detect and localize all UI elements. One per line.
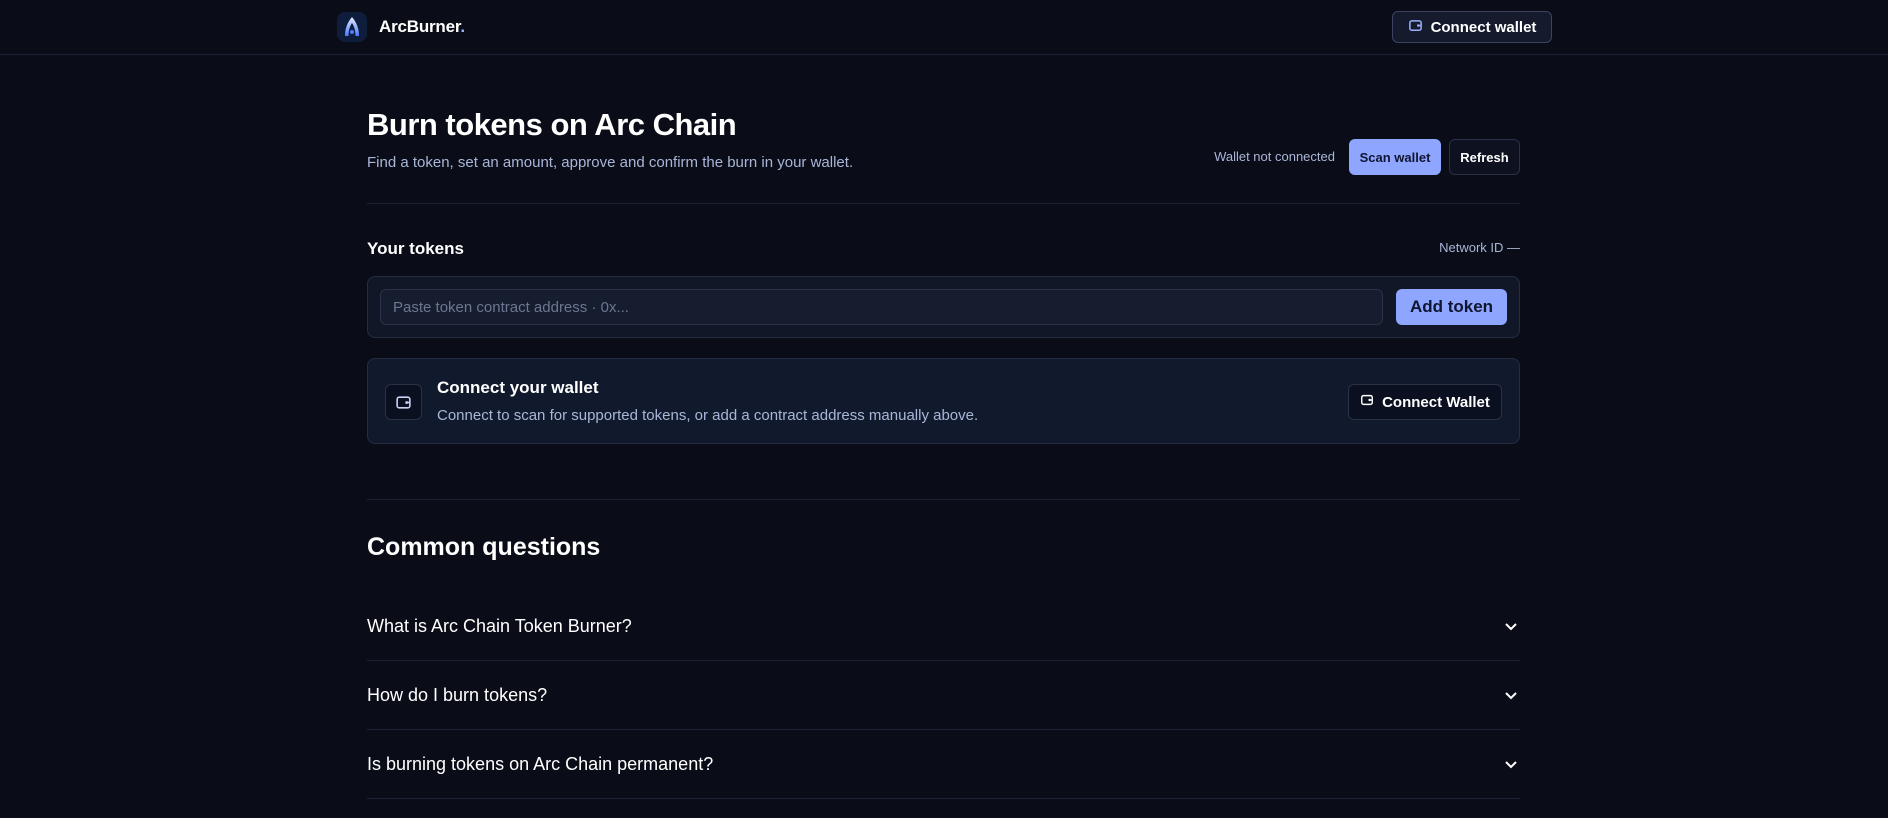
faq-question: What is Arc Chain Token Burner?: [367, 615, 632, 636]
top-nav: ArcBurner. Connect wallet: [0, 0, 1888, 55]
refresh-button[interactable]: Refresh: [1449, 139, 1520, 175]
wallet-icon: [1408, 18, 1423, 37]
add-token-button[interactable]: Add token: [1396, 289, 1507, 325]
section-divider: [367, 203, 1520, 204]
chevron-down-icon: [1502, 686, 1520, 704]
chevron-down-icon: [1502, 755, 1520, 773]
faq-question: How do I burn tokens?: [367, 684, 548, 705]
faq-item[interactable]: How do I burn tokens?: [367, 661, 1520, 730]
wallet-icon: [385, 384, 422, 420]
card-connect-wallet-button[interactable]: Connect Wallet: [1348, 384, 1502, 420]
page-subtitle: Find a token, set an amount, approve and…: [367, 154, 854, 171]
faq-item[interactable]: What is Arc Chain Token Burner?: [367, 592, 1520, 661]
faq-question: Is burning tokens on Arc Chain permanent…: [367, 753, 714, 774]
header-connect-wallet-button[interactable]: Connect wallet: [1392, 11, 1552, 43]
faq-item[interactable]: Is burning tokens on Arc Chain permanent…: [367, 730, 1520, 799]
faq-title: Common questions: [367, 533, 601, 561]
chevron-down-icon: [1502, 617, 1520, 635]
arc-logo-icon: [337, 12, 367, 42]
connect-wallet-card: Connect your wallet Connect to scan for …: [367, 358, 1520, 444]
brand-name: ArcBurner.: [379, 17, 465, 36]
wallet-status-text: Wallet not connected: [1214, 149, 1335, 164]
wallet-icon: [1360, 393, 1374, 411]
network-id-label: Network ID —: [1439, 240, 1520, 255]
section-divider: [367, 499, 1520, 500]
page-title: Burn tokens on Arc Chain: [367, 107, 737, 142]
header-connect-label: Connect wallet: [1430, 18, 1537, 36]
scan-wallet-button[interactable]: Scan wallet: [1349, 139, 1441, 175]
add-token-panel: Add token: [367, 276, 1520, 338]
connect-card-description: Connect to scan for supported tokens, or…: [437, 407, 979, 424]
connect-card-title: Connect your wallet: [437, 378, 599, 397]
brand-link[interactable]: ArcBurner.: [337, 12, 465, 42]
card-connect-label: Connect Wallet: [1382, 393, 1490, 411]
token-address-input[interactable]: [380, 289, 1383, 325]
tokens-section-title: Your tokens: [367, 239, 464, 258]
